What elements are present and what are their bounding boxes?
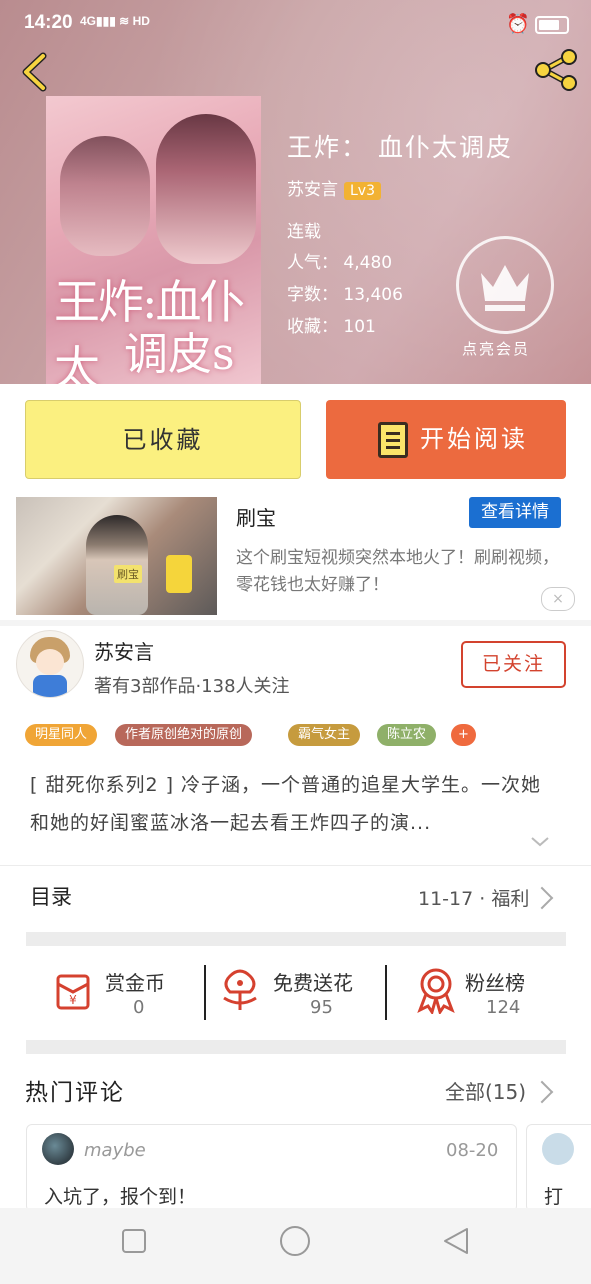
book-status: 连载	[287, 222, 321, 242]
reward-coins-count: 0	[133, 997, 145, 1018]
book-favorites: 收藏： 101	[287, 317, 376, 337]
fan-ranking-label[interactable]: 粉丝榜	[465, 967, 525, 996]
stat-separator	[204, 965, 206, 1020]
signal-icon: 4G▮▮▮ ≋ HD	[80, 14, 150, 28]
network-type: 4G	[80, 14, 97, 28]
cover-title-line2: 调皮s	[124, 329, 235, 380]
vip-label: 点亮会员	[462, 340, 531, 358]
chevron-left-icon	[22, 52, 47, 92]
book-word-count: 字数： 13,406	[287, 285, 403, 305]
comment-date: 08-20	[446, 1140, 499, 1161]
back-button[interactable]	[16, 50, 56, 94]
cover-figure-right	[156, 114, 256, 264]
ad-yellow-object	[166, 555, 192, 593]
toc-latest-chapter: 11-17 · 福利	[418, 888, 530, 910]
expand-summary-button[interactable]	[528, 830, 552, 854]
ad-title: 刷宝	[236, 506, 276, 530]
reward-coins-label[interactable]: 赏金币	[105, 967, 165, 996]
stat-separator	[385, 965, 387, 1020]
tag-pill[interactable]: 陈立农	[377, 724, 437, 746]
home-icon	[280, 1226, 310, 1256]
start-reading-button[interactable]: 开始阅读	[326, 400, 566, 479]
favorite-button[interactable]: 已收藏	[25, 400, 301, 479]
ad-close-button[interactable]: ×	[541, 587, 575, 611]
book-title: 王炸： 血仆太调皮	[287, 133, 513, 162]
recent-apps-icon	[122, 1229, 146, 1253]
ad-description: 这个刷宝短视频突然本地火了！刷刷视频，零花钱也太好赚了！	[236, 548, 559, 595]
tag-pill[interactable]: 明星同人	[25, 724, 98, 746]
comment-avatar[interactable]	[542, 1133, 574, 1165]
start-reading-label: 开始阅读	[420, 425, 528, 453]
free-flowers-label[interactable]: 免费送花	[273, 967, 353, 996]
author-stats: 著有3部作品·138人关注	[94, 676, 290, 697]
author-level-badge: Lv3	[344, 182, 381, 200]
red-envelope-icon[interactable]: ¥	[52, 970, 96, 1018]
ad-thumbnail[interactable]: 刷宝	[16, 497, 217, 615]
chevron-down-icon	[531, 837, 549, 847]
back-nav-icon	[444, 1228, 468, 1254]
share-button[interactable]	[532, 48, 582, 92]
book-icon	[378, 422, 408, 458]
vip-button[interactable]	[456, 236, 554, 334]
author-avatar[interactable]	[16, 630, 84, 698]
book-summary: [ 甜死你系列2 ] 冷子涵，一个普通的追星大学生。一次她和她的好闺蜜蓝冰洛一起…	[30, 774, 542, 834]
fan-ranking-count: 124	[486, 997, 521, 1018]
ad-detail-button[interactable]: 查看详情	[469, 497, 561, 528]
author-name-label: 苏安言	[287, 180, 338, 200]
comment-avatar[interactable]	[42, 1133, 74, 1165]
comment-text: 入坑了，报个到！	[44, 1186, 197, 1208]
tag-pill[interactable]: 作者原创绝对的原创	[115, 724, 253, 746]
medal-icon[interactable]	[414, 966, 458, 1018]
tag-more-button[interactable]: +	[451, 724, 476, 746]
section-divider	[26, 932, 566, 946]
crown-icon	[481, 265, 529, 311]
ad-thumb-tag: 刷宝	[114, 565, 142, 583]
book-cover[interactable]: 王炸:血仆太 调皮s	[46, 96, 261, 384]
toc-label: 目录	[30, 885, 72, 909]
system-navigation-bar	[0, 1208, 591, 1280]
section-divider	[26, 1040, 566, 1054]
follow-button[interactable]: 已关注	[461, 641, 566, 688]
comment-username: maybe	[84, 1140, 146, 1161]
free-flowers-count: 95	[310, 997, 333, 1018]
all-comments-link[interactable]: 全部(15)	[445, 1076, 526, 1105]
flower-icon[interactable]	[216, 968, 264, 1018]
book-author[interactable]: 苏安言 Lv3	[287, 175, 381, 200]
svg-text:¥: ¥	[69, 993, 77, 1007]
status-right: ⏰	[506, 12, 569, 36]
status-bar: 14:20 4G▮▮▮ ≋ HD ⏰	[0, 0, 591, 44]
cover-figure-left	[60, 136, 150, 256]
alarm-icon: ⏰	[506, 14, 530, 35]
status-time: 14:20	[24, 12, 73, 33]
book-popularity: 人气： 4,480	[287, 253, 393, 273]
hd-indicator: HD	[132, 14, 150, 28]
share-icon	[535, 49, 577, 91]
comment-text: 打	[544, 1186, 564, 1208]
hot-comments-title: 热门评论	[25, 1080, 125, 1106]
author-name[interactable]: 苏安言	[94, 636, 154, 665]
battery-icon	[535, 15, 569, 34]
section-divider	[0, 620, 591, 626]
tag-pill[interactable]: 霸气女主	[288, 724, 361, 746]
